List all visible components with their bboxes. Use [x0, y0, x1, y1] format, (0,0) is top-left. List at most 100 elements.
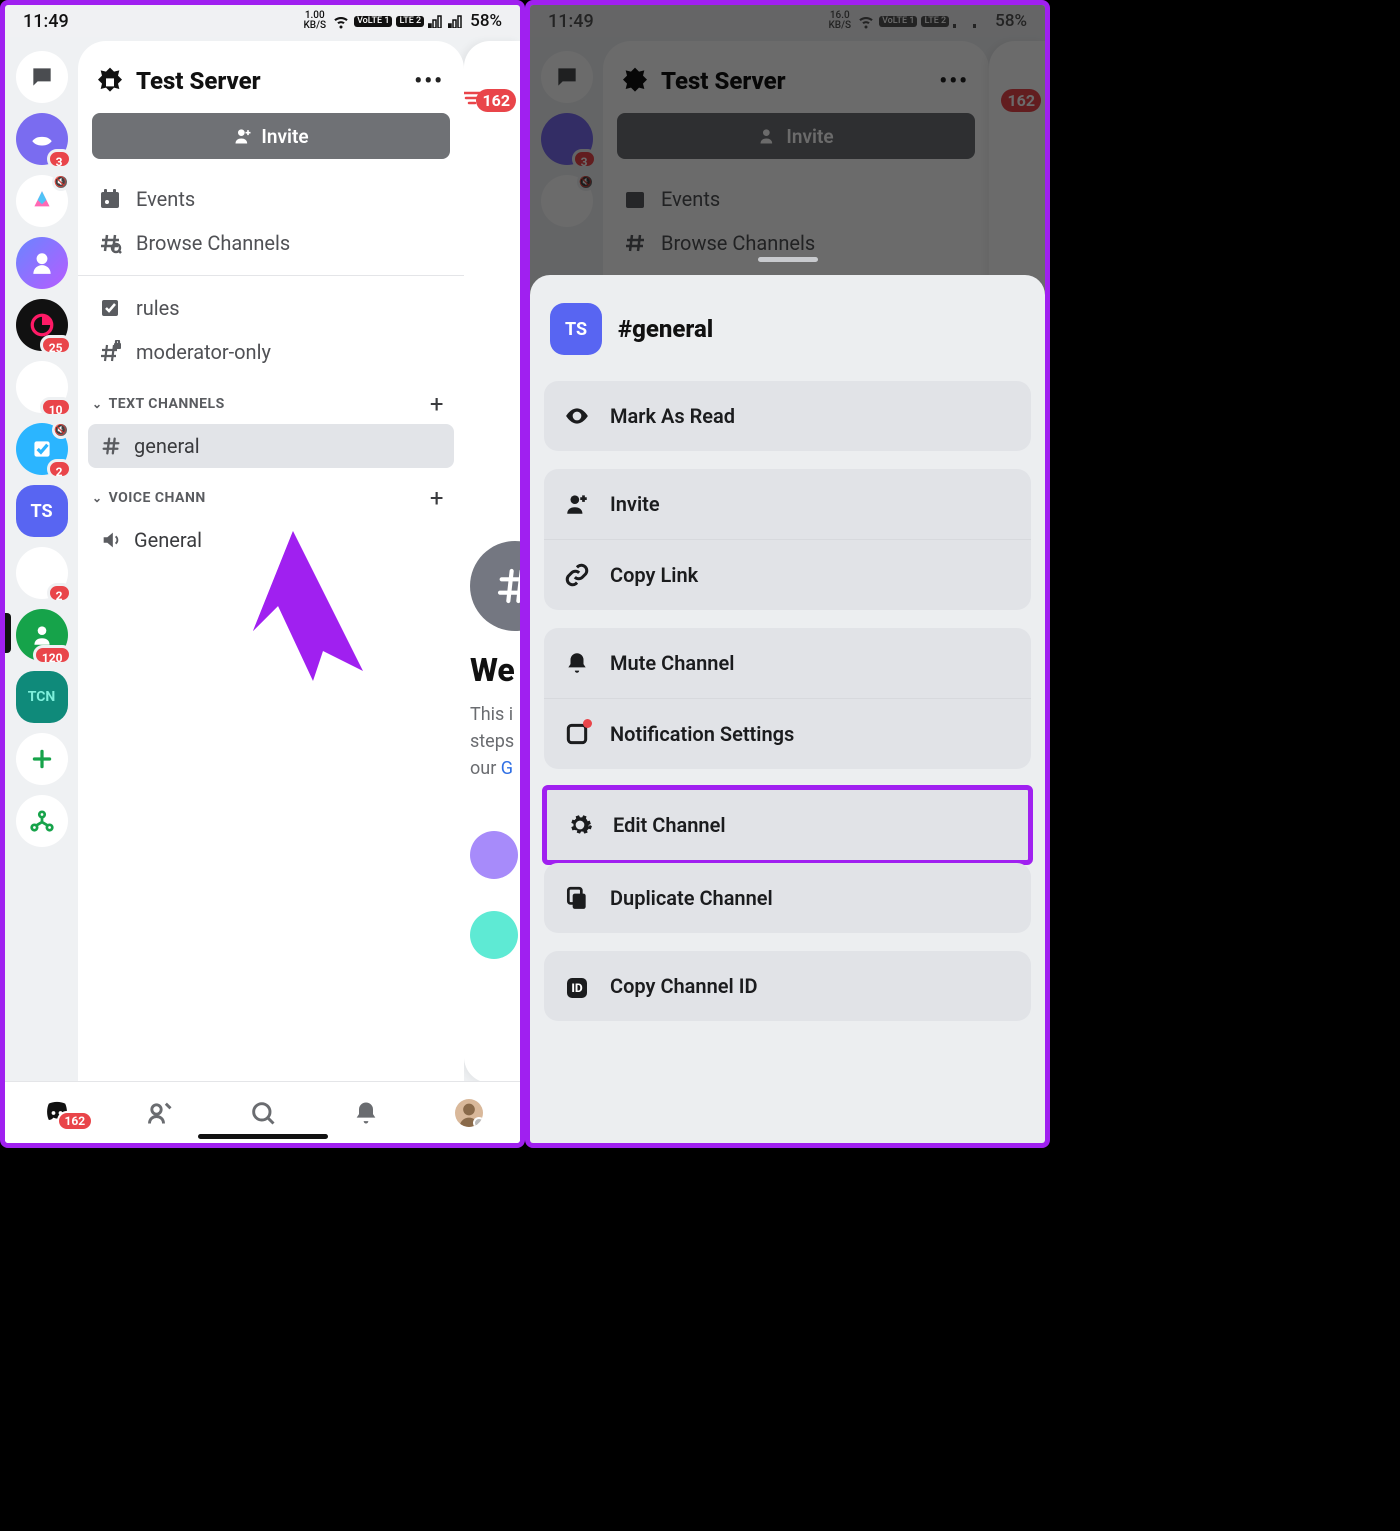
status-battery: 58% [470, 11, 502, 31]
add-user-icon [564, 491, 590, 517]
server-badge-9: 120 [33, 645, 72, 665]
row-mark-read-label: Mark As Read [610, 404, 735, 428]
server-icon-1[interactable]: 3 [16, 113, 68, 165]
server-title[interactable]: Test Server [136, 67, 414, 95]
voice-channel-label: General [134, 528, 202, 552]
row-copy-link[interactable]: Copy Link [544, 539, 1031, 610]
server-rail[interactable]: 3 🔇 25 10 🔇 2 TS [5, 37, 78, 1083]
peek-paragraph: This i steps our G [470, 701, 514, 782]
group-6: ID Copy Channel ID [544, 951, 1031, 1021]
sheet-title: #general [618, 315, 713, 343]
group-1: Mark As Read [544, 381, 1031, 451]
copy-icon [564, 885, 590, 911]
events-item[interactable]: Events [88, 177, 454, 221]
server-icon-4[interactable]: 25 [16, 299, 68, 351]
dm-button[interactable] [16, 51, 68, 103]
server-boost-icon [94, 65, 126, 97]
chevron-down-icon: ⌄ [92, 491, 103, 505]
pinned-moderator[interactable]: moderator-only [88, 330, 454, 374]
server-icon-5[interactable]: 10 [16, 361, 68, 413]
server-icon-2[interactable]: 🔇 [16, 175, 68, 227]
row-copy-id[interactable]: ID Copy Channel ID [544, 951, 1031, 1021]
wifi-icon [332, 12, 350, 30]
notif-settings-icon [564, 721, 590, 747]
server-indicator [5, 613, 11, 653]
server-icon-9[interactable]: 120 [16, 609, 68, 661]
server-badge-8: 2 [47, 583, 72, 603]
row-edit-channel[interactable]: Edit Channel [547, 790, 1028, 860]
eye-icon [564, 403, 590, 429]
row-copy-link-label: Copy Link [610, 563, 698, 587]
nav-home[interactable]: 162 [43, 1099, 71, 1127]
category-text-label: TEXT CHANNELS [109, 396, 225, 412]
nav-friends[interactable] [146, 1099, 174, 1127]
browse-label: Browse Channels [136, 231, 290, 255]
calendar-icon [98, 187, 122, 211]
server-icon-3[interactable] [16, 237, 68, 289]
channel-hero-icon [470, 541, 525, 631]
server-icon-8[interactable]: 2 [16, 547, 68, 599]
channel-general[interactable]: general [88, 424, 454, 468]
category-text[interactable]: ⌄ TEXT CHANNELS + [88, 374, 454, 424]
browse-channels-item[interactable]: Browse Channels [88, 221, 454, 265]
pinned-rules[interactable]: rules [88, 286, 454, 330]
nav-search[interactable] [249, 1099, 277, 1127]
group-5: Duplicate Channel [544, 863, 1031, 933]
lte1-icon: VoLTE 1 [354, 16, 392, 27]
peek-card2 [470, 911, 518, 959]
bell-icon [564, 650, 590, 676]
group-4-highlighted: Edit Channel [542, 785, 1033, 865]
category-voice[interactable]: ⌄ VOICE CHANN + [88, 468, 454, 518]
rules-label: rules [136, 296, 180, 320]
lockhash-icon [98, 340, 122, 364]
events-label: Events [136, 187, 195, 211]
group-2: Invite Copy Link [544, 469, 1031, 610]
server-icon-6[interactable]: 🔇 2 [16, 423, 68, 475]
category-voice-label: VOICE CHANN [109, 490, 206, 506]
row-invite-label: Invite [610, 492, 660, 516]
row-mark-read[interactable]: Mark As Read [544, 381, 1031, 451]
signal1-icon [428, 14, 444, 28]
home-indicator [198, 1134, 328, 1139]
row-notif[interactable]: Notification Settings [544, 698, 1031, 769]
nav-profile[interactable] [455, 1099, 483, 1127]
row-edit-label: Edit Channel [613, 813, 726, 837]
row-invite[interactable]: Invite [544, 469, 1031, 539]
server-icon-10[interactable]: TCN [16, 671, 68, 723]
signal2-icon [448, 14, 464, 28]
row-mute[interactable]: Mute Channel [544, 628, 1031, 698]
more-icon[interactable]: ••• [414, 69, 444, 94]
peek-welcome: We [470, 651, 515, 689]
id-icon: ID [564, 973, 590, 999]
row-duplicate[interactable]: Duplicate Channel [544, 863, 1031, 933]
server-badge-1: 3 [47, 149, 72, 169]
muted-icon: 🔇 [52, 421, 70, 439]
channel-panel: Test Server ••• Invite Events Browse Cha… [78, 41, 464, 1083]
moderator-label: moderator-only [136, 340, 271, 364]
peek-card1 [470, 831, 518, 879]
channel-actions-sheet: TS #general Mark As Read Invite Copy Lin… [530, 275, 1045, 1143]
discover-button[interactable] [16, 795, 68, 847]
link-icon [564, 562, 590, 588]
add-channel-icon[interactable]: + [430, 390, 444, 418]
server-icon-selected[interactable]: TS [16, 485, 68, 537]
add-channel-icon[interactable]: + [430, 484, 444, 512]
status-kbs: 1.00KB/S [303, 11, 326, 31]
rules-icon [98, 296, 122, 320]
group-3: Mute Channel Notification Settings [544, 628, 1031, 769]
lte2-icon: LTE 2 [396, 16, 424, 27]
server-badge-5: 10 [40, 397, 72, 417]
channel-general-label: general [134, 434, 200, 458]
voice-channel-general[interactable]: General [88, 518, 454, 562]
server-badge-4: 25 [40, 335, 72, 355]
row-notif-label: Notification Settings [610, 722, 794, 746]
gear-icon [567, 812, 593, 838]
status-time: 11:49 [23, 11, 69, 32]
chevron-down-icon: ⌄ [92, 397, 103, 411]
invite-button[interactable]: Invite [92, 113, 450, 159]
speaker-icon [100, 529, 122, 551]
status-bar: 11:49 1.00KB/S VoLTE 1 LTE 2 58% [5, 5, 520, 37]
nav-notifications[interactable] [352, 1099, 380, 1127]
sheet-handle[interactable] [758, 257, 818, 262]
add-server-button[interactable] [16, 733, 68, 785]
